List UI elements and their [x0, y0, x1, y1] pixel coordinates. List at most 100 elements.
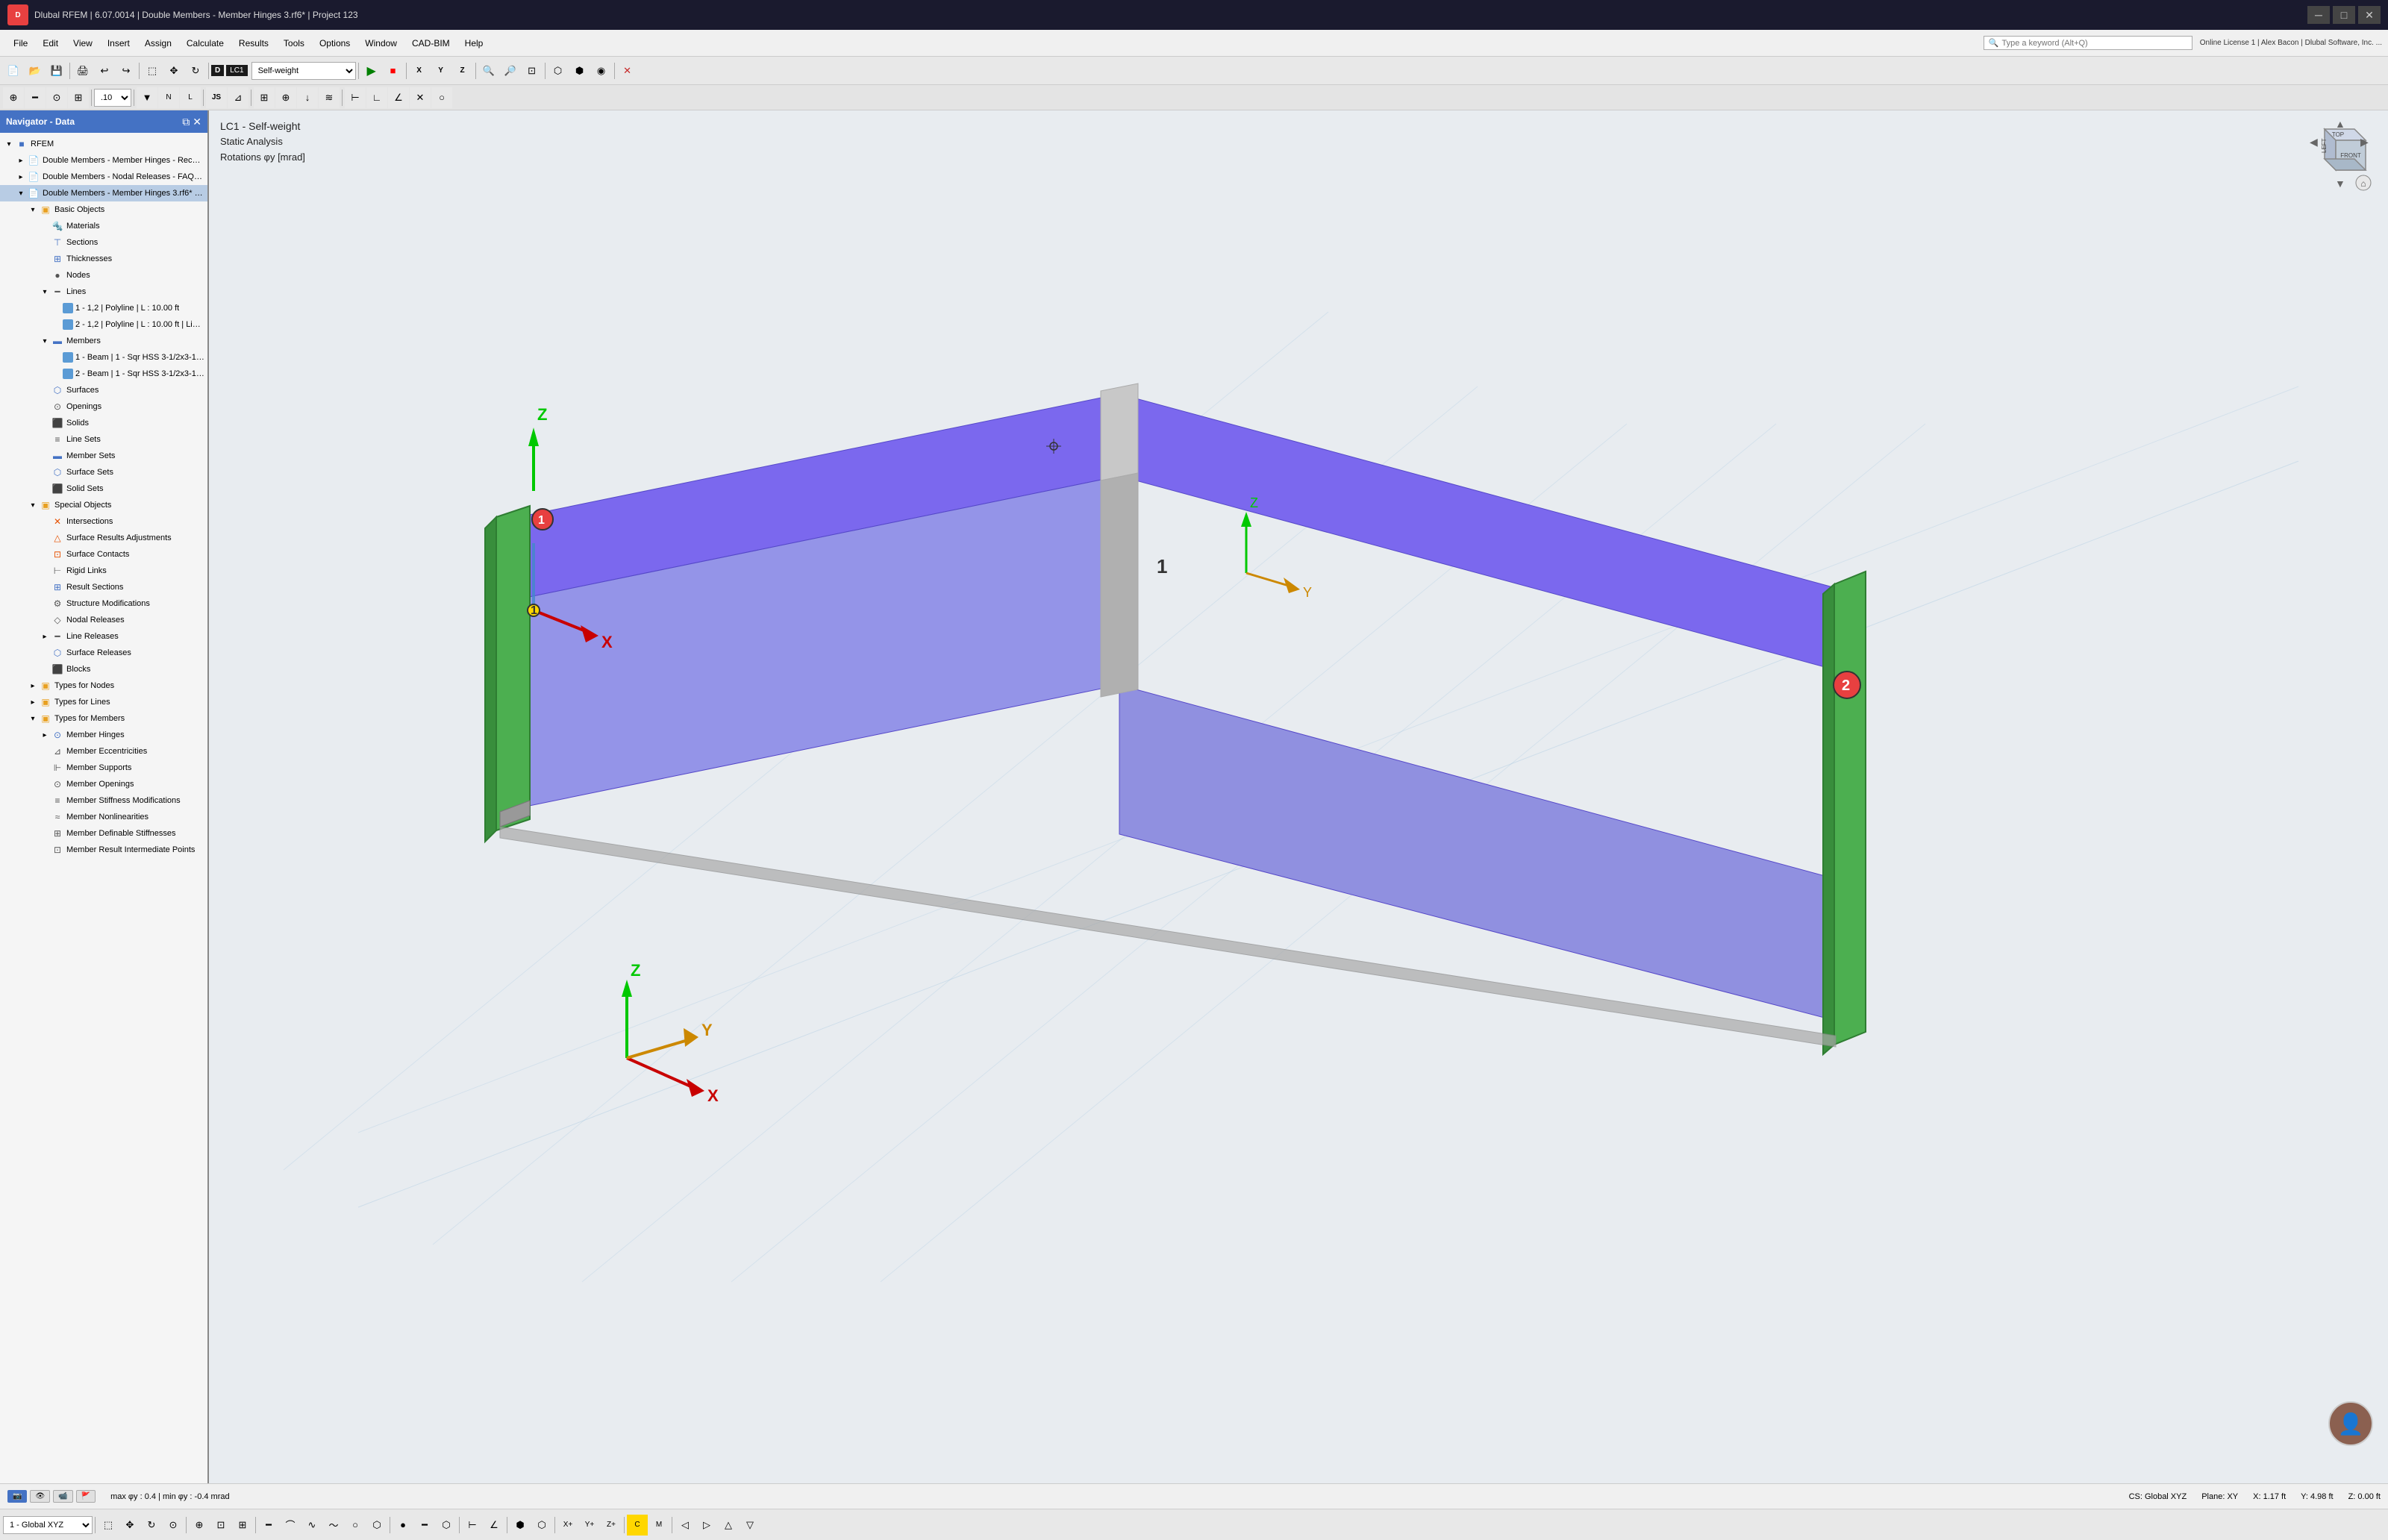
tree-item-memberresult[interactable]: ▸ ⊡ Member Result Intermediate Points — [0, 842, 207, 858]
render-solid[interactable]: ⬢ — [569, 60, 590, 81]
tree-item-membersupports[interactable]: ▸ ⊩ Member Supports — [0, 760, 207, 776]
close-button[interactable]: ✕ — [2358, 6, 2381, 24]
ortho-btn[interactable]: ∟ — [366, 87, 387, 108]
tree-item-membernonlinearities[interactable]: ▸ ≈ Member Nonlinearities — [0, 809, 207, 825]
tree-item-memberopenings[interactable]: ▸ ⊙ Member Openings — [0, 776, 207, 792]
tree-item-sections[interactable]: ▸ ⊤ Sections — [0, 234, 207, 251]
tree-item-solids[interactable]: ▸ ⬛ Solids — [0, 415, 207, 431]
snap-grid[interactable]: ⊞ — [68, 87, 89, 108]
menu-item-assign[interactable]: Assign — [137, 35, 179, 51]
filter-btn[interactable]: ▼ — [137, 87, 157, 108]
tree-item-line1[interactable]: ▸ 1 - 1,2 | Polyline | L : 10.00 ft — [0, 300, 207, 316]
bt-poly[interactable]: ⬡ — [366, 1515, 387, 1536]
tree-item-special[interactable]: ▾ ▣ Special Objects — [0, 497, 207, 513]
tree-item-basic[interactable]: ▾ ▣ Basic Objects — [0, 201, 207, 218]
dimension-btn[interactable]: ⊢ — [345, 87, 366, 108]
bt-move[interactable]: ✥ — [119, 1515, 140, 1536]
nav-close-button[interactable]: ✕ — [193, 116, 201, 128]
bt-edge[interactable]: ━ — [414, 1515, 435, 1536]
tree-item-lines[interactable]: ▾ ━ Lines — [0, 284, 207, 300]
bt-right1[interactable]: ◁ — [675, 1515, 696, 1536]
tree-item-rfem[interactable]: ▾ ■ RFEM — [0, 136, 207, 152]
menu-item-window[interactable]: Window — [357, 35, 404, 51]
search-input[interactable] — [2001, 39, 2187, 48]
menu-item-options[interactable]: Options — [312, 35, 357, 51]
show-loads[interactable]: ↓ — [297, 87, 318, 108]
bt-section-z[interactable]: Z+ — [601, 1515, 622, 1536]
tree-item-file1[interactable]: ▸ 📄 Double Members - Member Hinges - Rec… — [0, 152, 207, 169]
tree-item-surfacereleases[interactable]: ▸ ⬡ Surface Releases — [0, 645, 207, 661]
toggle-memberhinges[interactable]: ▸ — [39, 729, 51, 741]
undo-button[interactable]: ↩ — [94, 60, 115, 81]
snap-mid[interactable]: ⊙ — [46, 87, 67, 108]
toggle-typesnodes[interactable]: ▸ — [27, 680, 39, 692]
snap-node[interactable]: ⊕ — [3, 87, 24, 108]
bt-spline[interactable]: 〜 — [323, 1515, 344, 1536]
toggle-rfem[interactable]: ▾ — [3, 138, 15, 150]
tree-item-materials[interactable]: ▸ 🔩 Materials — [0, 218, 207, 234]
snap-line[interactable]: ━ — [25, 87, 46, 108]
toggle-members[interactable]: ▾ — [39, 335, 51, 347]
tree-item-surfacecontacts[interactable]: ▸ ⊡ Surface Contacts — [0, 546, 207, 563]
tree-item-line2[interactable]: ▸ 2 - 1,2 | Polyline | L : 10.00 ft | Li… — [0, 316, 207, 333]
viewport[interactable]: LC1 - Self-weight Static Analysis Rotati… — [209, 110, 2388, 1483]
tree-item-surfacesets[interactable]: ▸ ⬡ Surface Sets — [0, 464, 207, 481]
morph-btn[interactable]: ⊿ — [228, 87, 249, 108]
bt-material[interactable]: M — [648, 1515, 669, 1536]
bt-arc[interactable]: ⌒ — [280, 1515, 301, 1536]
bt-orbit[interactable]: ⊙ — [163, 1515, 184, 1536]
tree-item-membersets[interactable]: ▸ ▬ Member Sets — [0, 448, 207, 464]
bt-angle[interactable]: ∠ — [484, 1515, 504, 1536]
bt-section-x[interactable]: X+ — [557, 1515, 578, 1536]
tree-item-membereccentricities[interactable]: ▸ ⊿ Member Eccentricities — [0, 743, 207, 760]
show-axes[interactable]: ⊕ — [275, 87, 296, 108]
tree-item-memberhinges[interactable]: ▸ ⊙ Member Hinges — [0, 727, 207, 743]
redo-button[interactable]: ↪ — [116, 60, 137, 81]
view-z[interactable]: Z — [452, 60, 473, 81]
stop-calc[interactable]: ■ — [383, 60, 404, 81]
menu-item-cadbim[interactable]: CAD-BIM — [404, 35, 457, 51]
show-results[interactable]: ≋ — [319, 87, 340, 108]
status-tab-flag[interactable]: 🚩 — [76, 1490, 96, 1503]
select-button[interactable]: ⬚ — [142, 60, 163, 81]
tree-item-nodalreleases[interactable]: ▸ ◇ Nodal Releases — [0, 612, 207, 628]
maximize-button[interactable]: □ — [2333, 6, 2355, 24]
zoom-out[interactable]: 🔎 — [500, 60, 521, 81]
snap-value-dropdown[interactable]: .10 — [94, 89, 131, 107]
toggle-typeslines[interactable]: ▸ — [27, 696, 39, 708]
tree-item-file2[interactable]: ▸ 📄 Double Members - Nodal Releases - FA… — [0, 169, 207, 185]
tree-item-typeslines[interactable]: ▸ ▣ Types for Lines — [0, 694, 207, 710]
show-grid[interactable]: ⊞ — [254, 87, 275, 108]
cross-btn[interactable]: ✕ — [410, 87, 431, 108]
bt-right3[interactable]: △ — [718, 1515, 739, 1536]
coord-system-dropdown[interactable]: 1 - Global XYZ — [3, 1516, 93, 1534]
tree-item-blocks[interactable]: ▸ ⬛ Blocks — [0, 661, 207, 677]
toggle-typesmembers[interactable]: ▾ — [27, 713, 39, 724]
angle-btn[interactable]: ∠ — [388, 87, 409, 108]
toggle-file3[interactable]: ▾ — [15, 187, 27, 199]
bt-measure[interactable]: ⊢ — [462, 1515, 483, 1536]
bt-line1[interactable]: ━ — [258, 1515, 279, 1536]
tree-item-members[interactable]: ▾ ▬ Members — [0, 333, 207, 349]
toggle-basic[interactable]: ▾ — [27, 204, 39, 216]
fit-view[interactable]: ⊡ — [522, 60, 543, 81]
toggle-file2[interactable]: ▸ — [15, 171, 27, 183]
results-on[interactable]: ✕ — [617, 60, 638, 81]
tree-item-linesets[interactable]: ▸ ≡ Line Sets — [0, 431, 207, 448]
save-button[interactable]: 💾 — [46, 60, 67, 81]
filter-nodes[interactable]: N — [158, 87, 179, 108]
bt-right4[interactable]: ▽ — [740, 1515, 760, 1536]
toggle-linereleases[interactable]: ▸ — [39, 630, 51, 642]
status-tab-video[interactable]: 📹 — [53, 1490, 72, 1503]
circle-btn[interactable]: ○ — [431, 87, 452, 108]
tree-item-memberstiffness[interactable]: ▸ ≡ Member Stiffness Modifications — [0, 792, 207, 809]
bt-color[interactable]: C — [627, 1515, 648, 1536]
minimize-button[interactable]: ─ — [2307, 6, 2330, 24]
tree-item-surfaceresults[interactable]: ▸ △ Surface Results Adjustments — [0, 530, 207, 546]
move-button[interactable]: ✥ — [163, 60, 184, 81]
bt-snap1[interactable]: ⊕ — [189, 1515, 210, 1536]
menu-item-results[interactable]: Results — [231, 35, 276, 51]
tree-item-solidsets[interactable]: ▸ ⬛ Solid Sets — [0, 481, 207, 497]
run-calc[interactable]: ▶ — [361, 60, 382, 81]
bt-curve[interactable]: ∿ — [301, 1515, 322, 1536]
